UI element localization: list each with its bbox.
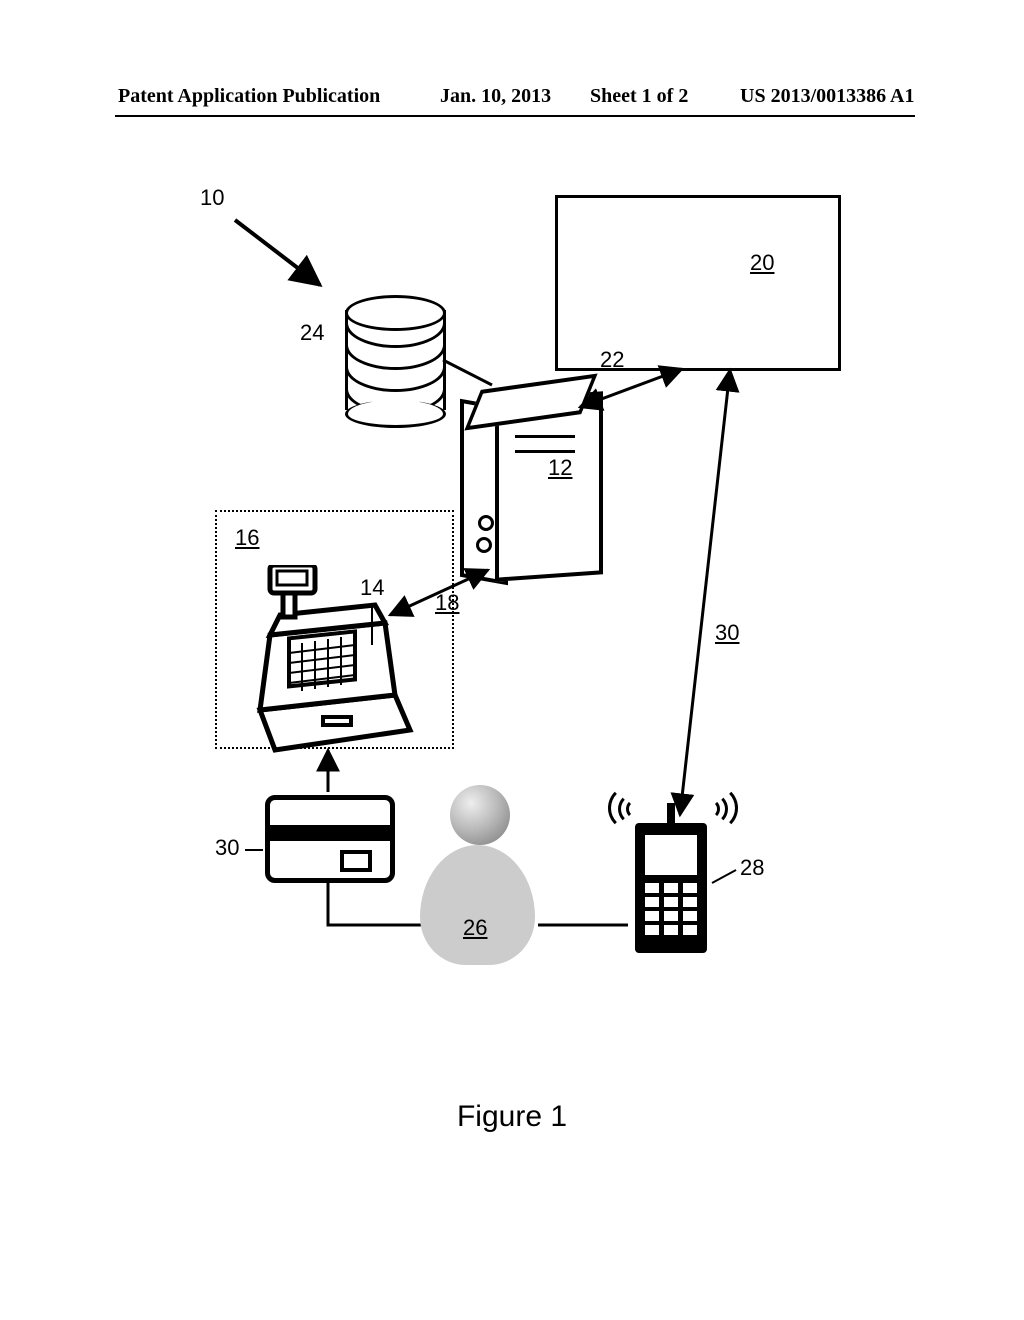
figure-caption: Figure 1 xyxy=(0,1100,1024,1134)
page: Patent Application Publication Jan. 10, … xyxy=(0,0,1024,1320)
figure-1: 10 20 24 xyxy=(160,155,860,1075)
header-pubno: US 2013/0013386 A1 xyxy=(740,85,914,108)
header-sheet: Sheet 1 of 2 xyxy=(590,85,688,108)
header-rule xyxy=(115,115,915,117)
header-publication-type: Patent Application Publication xyxy=(118,85,380,108)
lead-28 xyxy=(160,155,860,1075)
page-header: Patent Application Publication Jan. 10, … xyxy=(0,85,1024,115)
header-date: Jan. 10, 2013 xyxy=(440,85,551,108)
